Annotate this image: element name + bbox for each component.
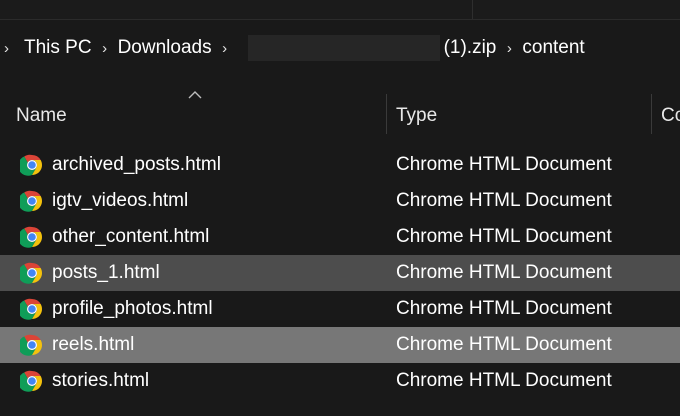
breadcrumb[interactable]: › This PC › Downloads › (1).zip › conten… xyxy=(0,20,680,76)
sort-up-icon xyxy=(188,91,202,99)
file-row[interactable]: archived_posts.html Chrome HTML Document xyxy=(0,147,680,183)
column-divider[interactable] xyxy=(386,94,387,134)
file-type: Chrome HTML Document xyxy=(396,226,612,247)
toolbar xyxy=(0,0,680,19)
chrome-icon xyxy=(20,226,42,248)
chrome-icon xyxy=(20,334,42,356)
column-header-type[interactable]: Type xyxy=(396,105,437,127)
redacted-block xyxy=(247,35,440,61)
file-name: profile_photos.html xyxy=(52,298,213,319)
breadcrumb-content[interactable]: content xyxy=(520,37,586,59)
file-name: other_content.html xyxy=(52,226,210,247)
file-name: archived_posts.html xyxy=(52,154,221,175)
file-row[interactable]: reels.html Chrome HTML Document xyxy=(0,327,680,363)
file-row[interactable]: posts_1.html Chrome HTML Document xyxy=(0,255,680,291)
toolbar-divider xyxy=(472,0,473,19)
chrome-icon xyxy=(20,154,42,176)
column-header-partial[interactable]: Co xyxy=(661,105,680,127)
file-name: stories.html xyxy=(52,370,150,391)
column-header-name[interactable]: Name xyxy=(16,105,67,127)
chrome-icon xyxy=(20,370,42,392)
chrome-icon xyxy=(20,298,42,320)
chevron-right-icon[interactable]: › xyxy=(214,40,236,57)
column-divider[interactable] xyxy=(651,94,652,134)
file-explorer-window: › This PC › Downloads › (1).zip › conten… xyxy=(0,0,680,416)
chevron-right-icon[interactable]: › xyxy=(0,40,22,57)
file-row[interactable]: igtv_videos.html Chrome HTML Document xyxy=(0,183,680,219)
file-type: Chrome HTML Document xyxy=(396,262,612,283)
chrome-icon xyxy=(20,262,42,284)
file-type: Chrome HTML Document xyxy=(396,370,612,391)
file-row[interactable]: stories.html Chrome HTML Document xyxy=(0,363,680,399)
file-type: Chrome HTML Document xyxy=(396,154,612,175)
file-type: Chrome HTML Document xyxy=(396,334,612,355)
breadcrumb-downloads[interactable]: Downloads xyxy=(116,37,214,59)
file-name: posts_1.html xyxy=(52,262,160,283)
column-header: Name Type Co xyxy=(0,90,680,138)
chevron-right-icon[interactable]: › xyxy=(498,40,520,57)
breadcrumb-this-pc[interactable]: This PC xyxy=(22,37,94,59)
file-name: igtv_videos.html xyxy=(52,190,189,211)
chrome-icon xyxy=(20,190,42,212)
breadcrumb-zip[interactable]: (1).zip xyxy=(442,37,499,59)
file-name: reels.html xyxy=(52,334,135,355)
file-type: Chrome HTML Document xyxy=(396,190,612,211)
file-row[interactable]: profile_photos.html Chrome HTML Document xyxy=(0,291,680,327)
file-row[interactable]: other_content.html Chrome HTML Document xyxy=(0,219,680,255)
chevron-right-icon[interactable]: › xyxy=(94,40,116,57)
file-type: Chrome HTML Document xyxy=(396,298,612,319)
